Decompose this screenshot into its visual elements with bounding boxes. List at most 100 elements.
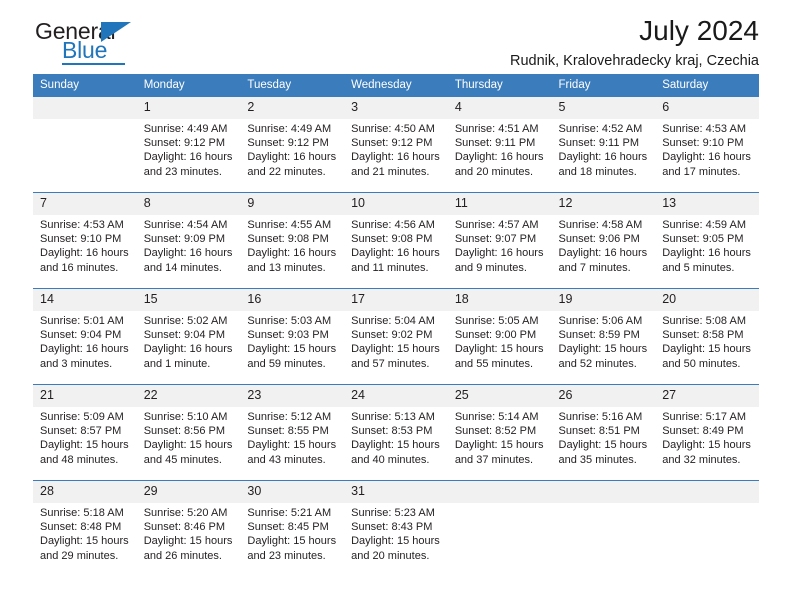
day-number[interactable]: 28 — [33, 480, 137, 503]
day-number[interactable]: 27 — [655, 384, 759, 407]
day-cell[interactable]: Sunrise: 5:21 AM Sunset: 8:45 PM Daylight:… — [240, 503, 345, 566]
day-cell[interactable]: Sunrise: 5:01 AM Sunset: 9:04 PM Daylight:… — [33, 311, 137, 374]
day-detail-row: Sunrise: 4:49 AM Sunset: 9:12 PM Daylight:… — [33, 119, 759, 182]
day-detail-line: Daylight: 15 hours — [454, 343, 544, 356]
day-cell[interactable]: Sunrise: 5:08 AM Sunset: 8:58 PM Daylight:… — [655, 311, 759, 374]
day-number[interactable]: 7 — [33, 192, 137, 215]
calendar-header: Sunday Monday Tuesday Wednesday Thursday… — [33, 74, 759, 96]
day-number[interactable]: 21 — [33, 384, 137, 407]
day-detail-line: Sunrise: 5:18 AM — [40, 507, 124, 519]
day-cell[interactable]: Sunrise: 5:04 AM Sunset: 9:02 PM Daylight:… — [344, 311, 448, 374]
day-number[interactable]: 3 — [344, 96, 448, 119]
day-number[interactable]: 14 — [33, 288, 137, 311]
day-detail-line: Daylight: 15 hours — [558, 439, 648, 452]
day-cell[interactable]: Sunrise: 5:17 AM Sunset: 8:49 PM Daylight:… — [655, 407, 759, 470]
day-cell[interactable]: Sunrise: 4:59 AM Sunset: 9:05 PM Daylight:… — [655, 215, 759, 278]
day-cell[interactable]: Sunrise: 5:10 AM Sunset: 8:56 PM Daylight:… — [136, 407, 241, 470]
day-detail-line: Sunrise: 4:49 AM — [143, 123, 228, 135]
day-detail-row: Sunrise: 5:09 AM Sunset: 8:57 PM Daylight:… — [33, 407, 759, 470]
day-number[interactable]: 22 — [136, 384, 241, 407]
day-detail-line: Daylight: 15 hours — [40, 439, 129, 452]
day-number[interactable]: 20 — [655, 288, 759, 311]
day-cell[interactable]: Sunrise: 5:16 AM Sunset: 8:51 PM Daylight:… — [551, 407, 656, 470]
day-number[interactable]: 26 — [551, 384, 656, 407]
day-detail-line: Sunset: 9:05 PM — [662, 233, 744, 246]
weekday-header-thursday: Thursday — [447, 74, 552, 96]
day-detail-line: and 35 minutes. — [558, 453, 637, 466]
weekday-header-row: Sunday Monday Tuesday Wednesday Thursday… — [33, 74, 759, 96]
day-cell[interactable]: Sunrise: 4:56 AM Sunset: 9:08 PM Daylight:… — [344, 215, 448, 278]
day-number[interactable]: 19 — [551, 288, 656, 311]
day-number-row: 21 22 23 24 25 26 27 — [33, 384, 759, 407]
day-cell-empty — [551, 503, 656, 566]
day-cell[interactable]: Sunrise: 4:52 AM Sunset: 9:11 PM Daylight:… — [551, 119, 656, 182]
day-detail-line: and 20 minutes. — [351, 549, 430, 562]
day-detail-line: Sunrise: 4:51 AM — [454, 123, 539, 135]
day-number[interactable]: 2 — [240, 96, 345, 119]
day-number[interactable]: 31 — [344, 480, 448, 503]
day-cell[interactable]: Sunrise: 5:03 AM Sunset: 9:03 PM Daylight:… — [240, 311, 345, 374]
day-number[interactable]: 25 — [447, 384, 552, 407]
day-cell[interactable]: Sunrise: 4:58 AM Sunset: 9:06 PM Daylight:… — [551, 215, 656, 278]
triangle-icon — [101, 22, 131, 42]
day-cell[interactable]: Sunrise: 4:49 AM Sunset: 9:12 PM Daylight:… — [136, 119, 241, 182]
day-cell[interactable]: Sunrise: 4:49 AM Sunset: 9:12 PM Daylight:… — [240, 119, 345, 182]
day-detail-line: Sunset: 8:49 PM — [662, 425, 744, 438]
weekday-header-monday: Monday — [136, 74, 241, 96]
day-number[interactable]: 6 — [655, 96, 759, 119]
day-number[interactable]: 1 — [136, 96, 241, 119]
day-number[interactable]: 24 — [344, 384, 448, 407]
day-detail-line: Sunset: 8:57 PM — [40, 425, 122, 438]
day-cell[interactable]: Sunrise: 5:18 AM Sunset: 8:48 PM Daylight:… — [33, 503, 137, 566]
day-detail-line: Daylight: 16 hours — [247, 247, 337, 260]
day-cell[interactable]: Sunrise: 4:50 AM Sunset: 9:12 PM Daylight:… — [344, 119, 448, 182]
day-cell[interactable]: Sunrise: 4:55 AM Sunset: 9:08 PM Daylight:… — [240, 215, 345, 278]
day-cell[interactable]: Sunrise: 5:09 AM Sunset: 8:57 PM Daylight:… — [33, 407, 137, 470]
calendar-page: General Blue July 2024 Rudnik, Kralovehr… — [0, 0, 792, 612]
day-cell[interactable]: Sunrise: 4:53 AM Sunset: 9:10 PM Daylight:… — [33, 215, 137, 278]
day-cell[interactable]: Sunrise: 4:57 AM Sunset: 9:07 PM Daylight:… — [447, 215, 552, 278]
day-number[interactable]: 16 — [240, 288, 345, 311]
day-cell[interactable]: Sunrise: 4:51 AM Sunset: 9:11 PM Daylight:… — [447, 119, 552, 182]
day-detail-line: Daylight: 16 hours — [143, 343, 233, 356]
day-number[interactable]: 17 — [344, 288, 448, 311]
day-cell[interactable]: Sunrise: 5:13 AM Sunset: 8:53 PM Daylight:… — [344, 407, 448, 470]
day-detail-line: Sunset: 9:10 PM — [662, 137, 744, 150]
day-number[interactable]: 12 — [551, 192, 656, 215]
day-detail-line: and 11 minutes. — [351, 261, 429, 274]
day-number[interactable]: 30 — [240, 480, 345, 503]
day-cell[interactable]: Sunrise: 5:05 AM Sunset: 9:00 PM Daylight:… — [447, 311, 552, 374]
day-number[interactable]: 8 — [136, 192, 241, 215]
day-detail-line: Sunset: 9:08 PM — [247, 233, 329, 246]
day-cell[interactable]: Sunrise: 5:20 AM Sunset: 8:46 PM Daylight:… — [136, 503, 241, 566]
day-cell[interactable]: Sunrise: 4:53 AM Sunset: 9:10 PM Daylight:… — [655, 119, 759, 182]
day-detail-line: and 14 minutes. — [143, 261, 222, 274]
day-number[interactable]: 10 — [344, 192, 448, 215]
day-number[interactable]: 15 — [136, 288, 241, 311]
day-detail-line: and 45 minutes. — [143, 453, 222, 466]
day-number[interactable]: 5 — [551, 96, 656, 119]
day-number[interactable]: 23 — [240, 384, 345, 407]
day-cell[interactable]: Sunrise: 5:23 AM Sunset: 8:43 PM Daylight:… — [344, 503, 448, 566]
day-cell[interactable]: Sunrise: 4:54 AM Sunset: 9:09 PM Daylight:… — [136, 215, 241, 278]
day-number[interactable]: 13 — [655, 192, 759, 215]
day-detail-line: Daylight: 15 hours — [662, 439, 751, 452]
day-detail-line: Daylight: 16 hours — [454, 247, 544, 260]
day-detail-line: and 59 minutes. — [247, 357, 326, 370]
day-cell[interactable]: Sunrise: 5:02 AM Sunset: 9:04 PM Daylight:… — [136, 311, 241, 374]
day-cell[interactable]: Sunrise: 5:14 AM Sunset: 8:52 PM Daylight:… — [447, 407, 552, 470]
day-detail-line: Sunset: 8:51 PM — [558, 425, 640, 438]
day-number[interactable]: 4 — [447, 96, 552, 119]
day-number[interactable]: 9 — [240, 192, 345, 215]
day-detail-line: Sunrise: 4:53 AM — [40, 219, 124, 231]
day-cell[interactable]: Sunrise: 5:12 AM Sunset: 8:55 PM Daylight:… — [240, 407, 345, 470]
day-number-row: 123456 — [33, 96, 759, 119]
day-detail-line: Sunset: 9:03 PM — [247, 329, 329, 342]
day-cell[interactable]: Sunrise: 5:06 AM Sunset: 8:59 PM Daylight:… — [551, 311, 656, 374]
day-number[interactable]: 11 — [447, 192, 552, 215]
day-number[interactable]: 29 — [136, 480, 241, 503]
general-blue-logo[interactable]: General Blue — [35, 20, 155, 66]
day-number[interactable]: 18 — [447, 288, 552, 311]
day-detail-line: Sunset: 8:46 PM — [143, 521, 226, 534]
day-detail-line: Daylight: 16 hours — [40, 343, 129, 356]
